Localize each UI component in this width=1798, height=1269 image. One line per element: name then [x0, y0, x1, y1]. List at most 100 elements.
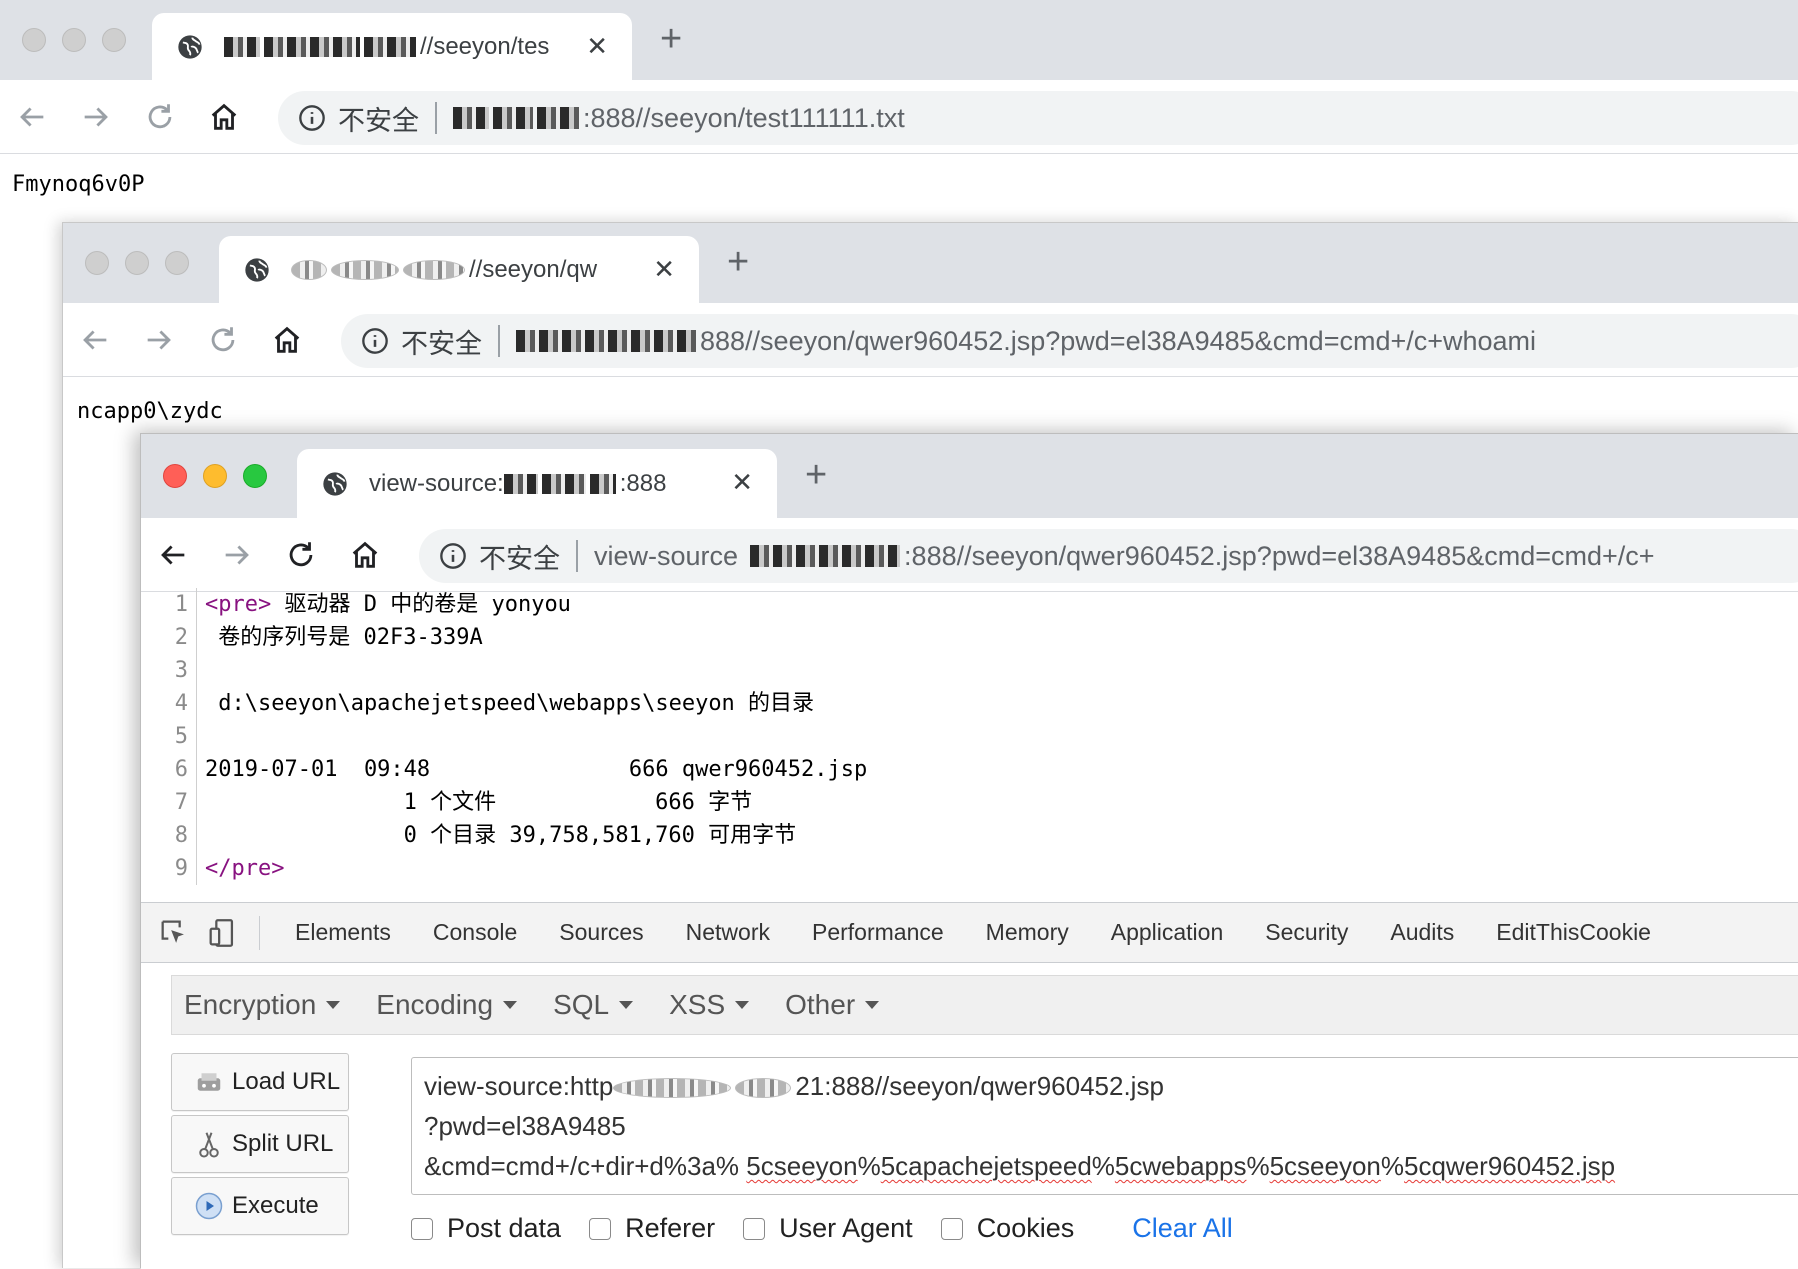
url-separator: % [1091, 1151, 1115, 1181]
browser-toolbar: 不安全 888//seeyon/qwer960452.jsp?pwd=el38A… [63, 303, 1798, 377]
load-url-button[interactable]: Load URL [171, 1053, 349, 1111]
line-code: 卷的序列号是 02F3-339A [197, 621, 482, 654]
home-button[interactable] [255, 303, 319, 377]
new-tab-button[interactable]: + [805, 454, 827, 497]
devtools-tab-sources[interactable]: Sources [538, 919, 664, 946]
tab-title-text: :888 [619, 469, 667, 497]
option-post-data[interactable]: Post data [411, 1213, 561, 1244]
tab-active[interactable]: view-source: :888 ✕ [297, 449, 777, 518]
redacted-host [589, 473, 616, 494]
address-bar[interactable]: 不安全 :888//seeyon/test111111.txt [278, 91, 1798, 145]
redacted-host [613, 1078, 732, 1099]
devtools-tab-console[interactable]: Console [412, 919, 538, 946]
home-icon [274, 326, 300, 353]
option-cookies[interactable]: Cookies [940, 1213, 1075, 1244]
hackbar-menu-encoding[interactable]: Encoding [376, 989, 518, 1021]
split-url-button[interactable]: Split URL [171, 1115, 349, 1173]
redacted-host [331, 259, 399, 280]
minimize-window-button[interactable] [125, 251, 149, 275]
hackbar-menu-xss[interactable]: XSS [669, 989, 750, 1021]
execute-button[interactable]: Execute [171, 1177, 349, 1235]
home-button[interactable] [333, 518, 397, 592]
back-button[interactable] [141, 518, 205, 592]
inspect-element-icon[interactable] [157, 916, 191, 950]
forward-button[interactable] [205, 518, 269, 592]
tab-title: //seeyon/tes [224, 33, 574, 61]
tab-active[interactable]: //seeyon/tes ✕ [152, 13, 632, 80]
option-user-agent[interactable]: User Agent [743, 1213, 913, 1244]
source-line: 7 1 个文件 666 字节 [141, 786, 1798, 819]
chevron-down-icon [326, 1001, 341, 1009]
minimize-window-button[interactable] [62, 28, 86, 52]
spellcheck-segment: 5capachejetspeed [880, 1151, 1092, 1181]
close-tab-icon[interactable]: ✕ [731, 467, 753, 498]
devtools-tab-memory[interactable]: Memory [965, 919, 1090, 946]
back-button[interactable] [0, 80, 64, 154]
devtools-tab-network[interactable]: Network [665, 919, 791, 946]
close-window-button[interactable] [22, 28, 46, 52]
line-number: 7 [141, 786, 197, 819]
hackbar-menu-sql[interactable]: SQL [553, 989, 634, 1021]
forward-button[interactable] [64, 80, 128, 154]
hackbar-menu-bar: Encryption Encoding SQL XSS Other [171, 975, 1798, 1035]
minimize-window-button[interactable] [203, 464, 227, 488]
info-icon[interactable] [298, 104, 326, 132]
option-label: Cookies [976, 1213, 1075, 1243]
divider [576, 540, 578, 572]
new-tab-button[interactable]: + [660, 18, 682, 61]
line-number: 9 [141, 852, 197, 885]
devtools-tab-security[interactable]: Security [1244, 919, 1369, 946]
not-secure-label: 不安全 [479, 543, 560, 574]
devtools-tab-audits[interactable]: Audits [1369, 919, 1475, 946]
checkbox[interactable] [743, 1217, 766, 1240]
hackbar-menu-encryption[interactable]: Encryption [184, 989, 341, 1021]
reload-button[interactable] [269, 518, 333, 592]
hackbar-menu-other[interactable]: Other [785, 989, 880, 1021]
redacted-host [453, 107, 489, 129]
hackbar-menu-label: Encoding [376, 989, 494, 1020]
info-icon[interactable] [439, 542, 467, 570]
close-window-button[interactable] [163, 464, 187, 488]
tab-active[interactable]: //seeyon/qw ✕ [219, 236, 699, 303]
source-line: 3 [141, 654, 1798, 687]
arrow-right-icon [147, 329, 171, 350]
tab-title-text: //seeyon/qw [469, 255, 598, 283]
address-bar[interactable]: 不安全 888//seeyon/qwer960452.jsp?pwd=el38A… [341, 314, 1798, 368]
zoom-window-button[interactable] [243, 464, 267, 488]
checkbox[interactable] [589, 1217, 612, 1240]
spellcheck-segment: 5cseeyon [746, 1151, 858, 1181]
hackbar-url-textarea[interactable]: view-source:http 21:888//seeyon/qwer96045… [411, 1057, 1798, 1195]
devtools-tab-performance[interactable]: Performance [791, 919, 965, 946]
devtools-tabs: Elements Console Sources Network Performance… [274, 919, 1672, 946]
forward-button[interactable] [127, 303, 191, 377]
home-button[interactable] [192, 80, 256, 154]
close-tab-icon[interactable]: ✕ [653, 254, 675, 285]
hackbar-menu-label: Encryption [184, 989, 317, 1020]
tab-title-text: //seeyon/tes [420, 32, 550, 60]
redacted-host [291, 259, 327, 280]
scissors-icon [199, 1132, 219, 1158]
device-toolbar-icon[interactable] [205, 916, 239, 950]
chevron-down-icon [503, 1001, 518, 1009]
zoom-window-button[interactable] [102, 28, 126, 52]
devtools-tab-application[interactable]: Application [1090, 919, 1245, 946]
info-icon[interactable] [361, 327, 389, 355]
clear-all-link[interactable]: Clear All [1132, 1213, 1233, 1244]
checkbox[interactable] [940, 1217, 963, 1240]
reload-button[interactable] [128, 80, 192, 154]
url-text: 888//seeyon/qwer960452.jsp?pwd=el38A9485… [516, 326, 1536, 357]
reload-button[interactable] [191, 303, 255, 377]
back-button[interactable] [63, 303, 127, 377]
option-referer[interactable]: Referer [589, 1213, 715, 1244]
checkbox[interactable] [411, 1217, 433, 1240]
line-text: d:\seeyon\apachejetspeed\webapps\seeyon … [205, 691, 815, 716]
devtools-tab-editthiscookie[interactable]: EditThisCookie [1475, 919, 1672, 946]
zoom-window-button[interactable] [165, 251, 189, 275]
url-line-3-plain: &cmd=cmd+/c+dir+d%3a% [424, 1151, 740, 1181]
devtools-tab-elements[interactable]: Elements [274, 919, 412, 946]
address-bar[interactable]: 不安全 view-source :888//seeyon/qwer960452.… [419, 529, 1798, 583]
close-tab-icon[interactable]: ✕ [586, 31, 608, 62]
html-tag: <pre> [205, 592, 272, 617]
close-window-button[interactable] [85, 251, 109, 275]
new-tab-button[interactable]: + [727, 241, 749, 284]
